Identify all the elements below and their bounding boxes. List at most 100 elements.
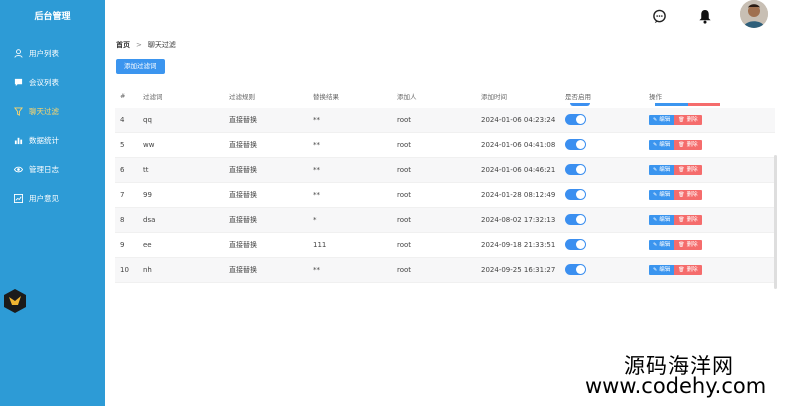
cell-word: dsa (143, 216, 156, 224)
col-header-actions: 操作 (649, 92, 662, 101)
col-header-word: 过滤词 (143, 92, 163, 101)
cell-rule: 直接替换 (229, 166, 257, 174)
breadcrumb-current: 聊天过滤 (147, 41, 176, 49)
sidebar-item-label: 数据统计 (29, 136, 59, 145)
delete-button[interactable]: 🗑 删除 (674, 215, 702, 225)
trend-chart-icon (14, 194, 23, 203)
user-icon (14, 49, 23, 58)
enabled-toggle[interactable] (565, 238, 586, 250)
table-scrollbar[interactable] (774, 155, 777, 289)
cell-user: root (397, 141, 412, 149)
top-header (105, 0, 790, 33)
delete-button[interactable]: 🗑 删除 (674, 265, 702, 275)
table-row: 8 dsa 直接替换 * root 2024-08-02 17:32:13 ✎ 编… (115, 208, 775, 233)
cell-index: 4 (120, 116, 125, 124)
cell-word: nh (143, 266, 152, 274)
cell-replace: 111 (313, 241, 327, 249)
sidebar-title: 后台管理 (34, 12, 71, 22)
cell-time: 2024-01-06 04:41:08 (481, 141, 556, 149)
col-header-enabled: 是否启用 (565, 92, 591, 101)
enabled-toggle[interactable] (565, 138, 586, 150)
cell-index: 5 (120, 141, 125, 149)
cell-replace: ** (313, 266, 320, 274)
cell-rule: 直接替换 (229, 116, 257, 124)
cell-time: 2024-09-18 21:33:51 (481, 241, 556, 249)
sidebar-nav: 用户列表 会议列表 聊天过滤 数据统计 管理日志 用户意见 (0, 39, 105, 213)
cell-time: 2024-01-06 04:46:21 (481, 166, 556, 174)
cell-replace: * (313, 216, 317, 224)
edit-button[interactable]: ✎ 编辑 (649, 215, 675, 225)
cell-rule: 直接替换 (229, 266, 257, 274)
breadcrumb-home[interactable]: 首页 (116, 40, 130, 50)
cell-user: root (397, 191, 412, 199)
cell-replace: ** (313, 116, 320, 124)
sidebar-item-chat-filter[interactable]: 聊天过滤 (0, 97, 105, 126)
cell-user: root (397, 266, 412, 274)
edit-button[interactable]: ✎ 编辑 (649, 240, 675, 250)
edit-icon: ✎ (653, 192, 658, 198)
sidebar-item-statistics[interactable]: 数据统计 (0, 126, 105, 155)
cell-rule: 直接替换 (229, 191, 257, 199)
sidebar-item-admin-log[interactable]: 管理日志 (0, 155, 105, 184)
trash-icon: 🗑 (678, 267, 685, 273)
cell-time: 2024-01-28 08:12:49 (481, 191, 556, 199)
delete-button[interactable]: 🗑 删除 (674, 165, 702, 175)
sidebar-item-users[interactable]: 用户列表 (0, 39, 105, 68)
edit-icon: ✎ (653, 242, 658, 248)
cell-replace: ** (313, 191, 320, 199)
cell-word: 99 (143, 191, 152, 199)
avatar[interactable] (740, 0, 768, 28)
cell-replace: ** (313, 141, 320, 149)
col-header-user: 添加人 (397, 92, 417, 101)
sidebar-item-label: 用户意见 (29, 194, 59, 203)
col-header-rule: 过滤规则 (229, 92, 255, 101)
cell-rule: 直接替换 (229, 241, 257, 249)
sidebar: 后台管理 用户列表 会议列表 聊天过滤 数据统计 管理日志 用户意见 (0, 0, 105, 406)
scrolled-row-toggle-edge (570, 103, 590, 106)
edit-button[interactable]: ✎ 编辑 (649, 140, 675, 150)
edit-button[interactable]: ✎ 编辑 (649, 190, 675, 200)
edit-button[interactable]: ✎ 编辑 (649, 265, 675, 275)
delete-button[interactable]: 🗑 删除 (674, 115, 702, 125)
cell-index: 6 (120, 166, 125, 174)
delete-button[interactable]: 🗑 删除 (674, 140, 702, 150)
cell-user: root (397, 216, 412, 224)
app-logo-icon (2, 288, 28, 314)
enabled-toggle[interactable] (565, 113, 586, 125)
enabled-toggle[interactable] (565, 263, 586, 275)
table-row: 6 tt 直接替换 ** root 2024-01-06 04:46:21 ✎ 编… (115, 158, 775, 183)
cell-rule: 直接替换 (229, 216, 257, 224)
col-header-time: 添加时间 (481, 92, 507, 101)
cell-index: 7 (120, 191, 125, 199)
breadcrumb-separator: > (136, 41, 142, 49)
edit-button[interactable]: ✎ 编辑 (649, 115, 675, 125)
trash-icon: 🗑 (678, 242, 685, 248)
bell-icon[interactable] (696, 7, 714, 25)
delete-button[interactable]: 🗑 删除 (674, 240, 702, 250)
edit-icon: ✎ (653, 217, 658, 223)
chat-icon (14, 78, 23, 87)
table-row: 10 nh 直接替换 ** root 2024-09-25 16:31:27 ✎… (115, 258, 775, 283)
edit-icon: ✎ (653, 267, 658, 273)
sidebar-item-feedback[interactable]: 用户意见 (0, 184, 105, 213)
enabled-toggle[interactable] (565, 213, 586, 225)
eye-icon (14, 165, 23, 174)
add-filter-word-button[interactable]: 添加过滤词 (116, 59, 165, 74)
cell-index: 10 (120, 266, 129, 274)
filter-table: # 过滤词 过滤规则 替换结果 添加人 添加时间 是否启用 操作 4 qq 直接… (115, 83, 775, 283)
enabled-toggle[interactable] (565, 163, 586, 175)
cell-word: tt (143, 166, 149, 174)
breadcrumb: 首页 > 聊天过滤 (116, 40, 176, 50)
edit-icon: ✎ (653, 167, 658, 173)
message-icon[interactable] (650, 7, 668, 25)
table-row: 5 ww 直接替换 ** root 2024-01-06 04:41:08 ✎ 编… (115, 133, 775, 158)
bar-chart-icon (14, 136, 23, 145)
enabled-toggle[interactable] (565, 188, 586, 200)
col-header-index: # (120, 91, 126, 100)
cell-replace: ** (313, 166, 320, 174)
cell-index: 9 (120, 241, 125, 249)
sidebar-item-meetings[interactable]: 会议列表 (0, 68, 105, 97)
edit-button[interactable]: ✎ 编辑 (649, 165, 675, 175)
trash-icon: 🗑 (678, 167, 685, 173)
delete-button[interactable]: 🗑 删除 (674, 190, 702, 200)
